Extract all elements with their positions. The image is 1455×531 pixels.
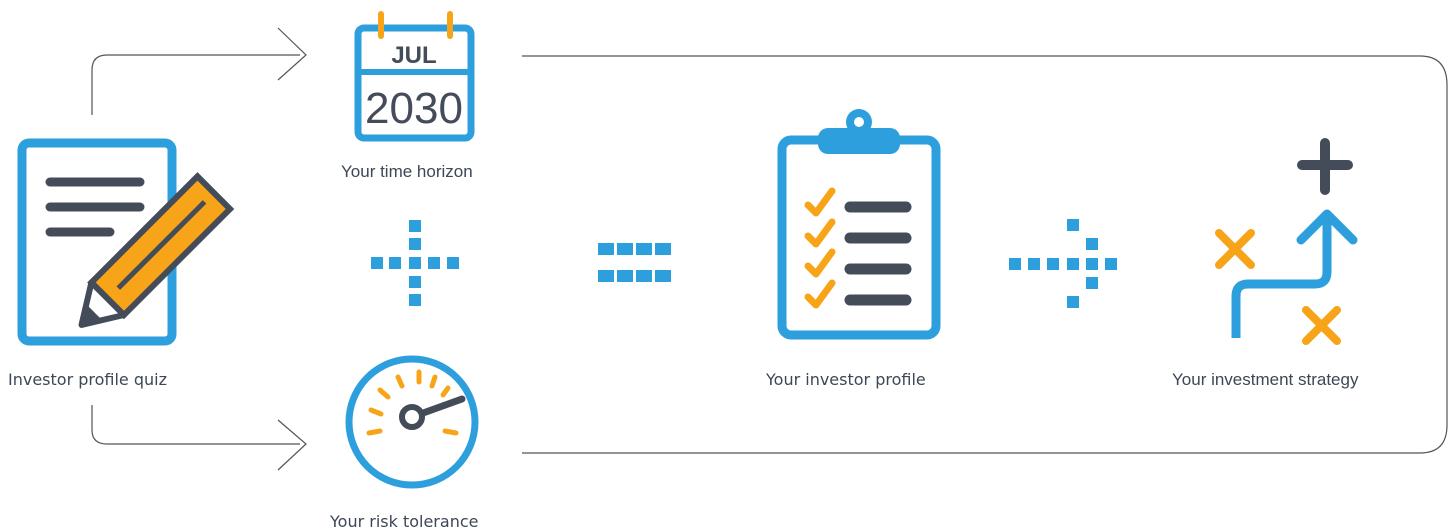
label-investor-profile-quiz: Investor profile quiz xyxy=(8,370,167,389)
calendar-year: 2030 xyxy=(365,84,463,133)
arrow-head-bottom xyxy=(277,419,307,471)
clipboard-checklist-icon xyxy=(777,109,941,340)
label-time-horizon: Your time horizon xyxy=(341,162,473,181)
strategy-path-icon xyxy=(1215,138,1358,345)
plus-operator-icon xyxy=(371,220,459,306)
equals-operator-icon xyxy=(598,243,671,282)
document-pencil-icon xyxy=(17,138,235,346)
calendar-icon: JUL 2030 xyxy=(354,11,475,142)
connector-quiz-to-risk-tolerance xyxy=(91,405,300,445)
label-investor-profile: Your investor profile xyxy=(766,370,926,389)
arrow-operator-icon xyxy=(1009,219,1117,308)
investor-process-diagram: JUL 2030 xyxy=(17,11,1448,489)
speedometer-gauge-icon xyxy=(345,355,479,489)
connector-quiz-to-time-horizon xyxy=(91,54,300,115)
calendar-month: JUL xyxy=(391,42,436,69)
connector-lines xyxy=(91,27,1448,471)
arrow-head-top xyxy=(277,27,307,81)
label-risk-tolerance: Your risk tolerance xyxy=(330,512,479,531)
label-investment-strategy: Your investment strategy xyxy=(1172,370,1359,389)
